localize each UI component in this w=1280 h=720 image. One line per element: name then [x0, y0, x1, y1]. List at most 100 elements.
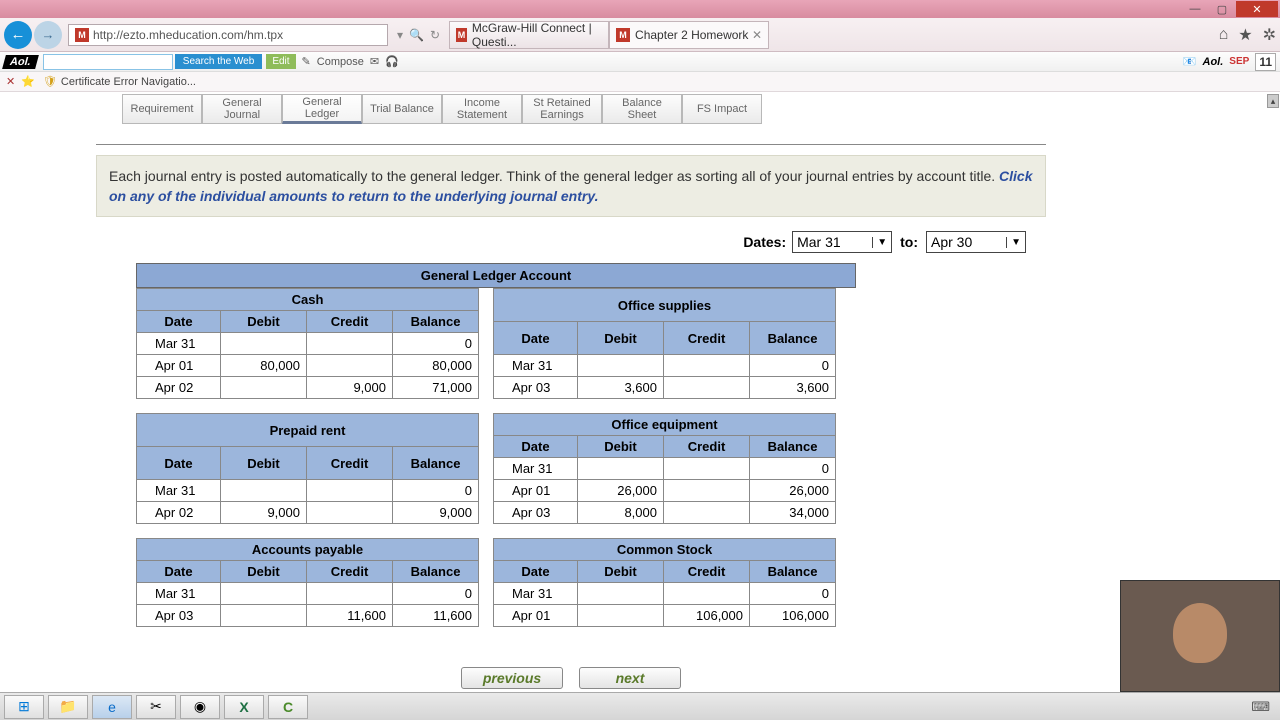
browser-tabs: M McGraw-Hill Connect | Questi... M Chap…	[449, 21, 769, 49]
search-icon[interactable]: 🔍	[409, 28, 424, 42]
table-row: Mar 310	[137, 333, 479, 355]
home-icon[interactable]: ⌂	[1219, 26, 1229, 44]
ledger-accounts-payable: Accounts payable Date Debit Credit Balan…	[136, 538, 479, 627]
account-title: Office equipment	[494, 414, 836, 436]
account-title: Accounts payable	[137, 539, 479, 561]
browser-tab-1[interactable]: M Chapter 2 Homework ✕	[609, 21, 769, 49]
browser-tab-0[interactable]: M McGraw-Hill Connect | Questi...	[449, 21, 609, 49]
divider	[96, 144, 1046, 145]
addr-controls: ▾ 🔍 ↻	[394, 28, 443, 42]
tab-balance-sheet[interactable]: Balance Sheet	[602, 94, 682, 124]
table-row: Mar 310	[494, 458, 836, 480]
tab-income-statement[interactable]: Income Statement	[442, 94, 522, 124]
account-title: Cash	[137, 289, 479, 311]
forward-button[interactable]: →	[34, 21, 62, 49]
ledger-office-supplies: Office supplies Date Debit Credit Balanc…	[493, 288, 836, 399]
dates-label: Dates:	[743, 234, 786, 250]
notice-close-icon[interactable]: ✕	[6, 75, 15, 88]
ie-icon[interactable]: e	[92, 695, 132, 719]
date-to-label: to:	[900, 234, 918, 250]
table-row: Apr 01106,000106,000	[494, 605, 836, 627]
aol-search-input[interactable]	[43, 54, 173, 70]
ledger-cash: Cash Date Debit Credit Balance Mar 310 A…	[136, 288, 479, 399]
table-row: Apr 033,6003,600	[494, 377, 836, 399]
table-row: Apr 038,00034,000	[494, 502, 836, 524]
mail-icon[interactable]: ✉	[370, 55, 379, 68]
table-row: Apr 0126,00026,000	[494, 480, 836, 502]
previous-button[interactable]: previous	[461, 667, 563, 689]
date-to-value: Apr 30	[931, 234, 972, 250]
col-debit: Debit	[221, 311, 307, 333]
shield-icon: 🛡	[43, 75, 57, 88]
col-date: Date	[137, 311, 221, 333]
window-close-button[interactable]: ✕	[1236, 1, 1278, 17]
excel-icon[interactable]: X	[224, 695, 264, 719]
page-content: Requirement General Journal General Ledg…	[0, 92, 1280, 692]
aol-search-button[interactable]: Search the Web	[175, 54, 263, 69]
keyboard-icon[interactable]: ⌨	[1251, 699, 1270, 715]
browser-toolbar: ← → M http://ezto.mheducation.com/hm.tpx…	[0, 18, 1280, 52]
window-maximize-button[interactable]: ▢	[1209, 1, 1235, 17]
date-month: SEP	[1229, 56, 1249, 67]
date-from-select[interactable]: Mar 31 ▼	[792, 231, 892, 253]
date-day-badge: 11	[1255, 53, 1276, 71]
step-tabs: Requirement General Journal General Ledg…	[122, 94, 1046, 124]
favorites-icon[interactable]: ★	[1238, 25, 1252, 45]
tab-retained-earnings[interactable]: St Retained Earnings	[522, 94, 602, 124]
refresh-icon[interactable]: ↻	[430, 28, 440, 42]
aol-edit-button[interactable]: Edit	[266, 54, 295, 69]
windows-taskbar: ⊞ 📁 e ✂ ◉ X C ⌨	[0, 692, 1280, 720]
tab-close-icon[interactable]: ✕	[752, 28, 762, 42]
tab-favicon: M	[616, 28, 630, 42]
ledger-prepaid-rent: Prepaid rent Date Debit Credit Balance M…	[136, 413, 479, 524]
browser-right-controls: ⌂ ★ ✲	[1219, 25, 1276, 45]
file-explorer-icon[interactable]: 📁	[48, 695, 88, 719]
chrome-icon[interactable]: ◉	[180, 695, 220, 719]
table-row: Apr 029,0009,000	[137, 502, 479, 524]
favorites-star-icon[interactable]: ⭐	[21, 75, 35, 88]
instructions-panel: Each journal entry is posted automatical…	[96, 155, 1046, 217]
headphones-icon[interactable]: 🎧	[385, 55, 399, 68]
back-button[interactable]: ←	[4, 21, 32, 49]
col-balance: Balance	[393, 311, 479, 333]
tab-label: Chapter 2 Homework	[635, 28, 748, 42]
webcam-overlay	[1120, 580, 1280, 692]
dropdown-icon[interactable]: ▾	[397, 28, 403, 42]
camtasia-icon[interactable]: C	[268, 695, 308, 719]
table-row: Mar 310	[137, 583, 479, 605]
tab-general-journal[interactable]: General Journal	[202, 94, 282, 124]
account-title: Prepaid rent	[137, 414, 479, 447]
notification-bar: ✕ ⭐ 🛡 Certificate Error Navigatio...	[0, 72, 1280, 92]
url-favicon: M	[75, 28, 89, 42]
app-icon[interactable]: ✂	[136, 695, 176, 719]
aol-logo: Aol.	[2, 55, 39, 69]
tab-requirement[interactable]: Requirement	[122, 94, 202, 124]
ledger-office-equipment: Office equipment Date Debit Credit Balan…	[493, 413, 836, 524]
table-row: Apr 0311,60011,600	[137, 605, 479, 627]
instructions-text: Each journal entry is posted automatical…	[109, 168, 999, 184]
tab-general-ledger[interactable]: General Ledger	[282, 94, 362, 124]
url-text: http://ezto.mheducation.com/hm.tpx	[93, 28, 283, 42]
compose-icon[interactable]: ✎	[302, 55, 311, 68]
account-title: Office supplies	[494, 289, 836, 322]
tab-trial-balance[interactable]: Trial Balance	[362, 94, 442, 124]
chevron-down-icon: ▼	[1006, 237, 1021, 248]
tab-fs-impact[interactable]: FS Impact	[682, 94, 762, 124]
col-credit: Credit	[307, 311, 393, 333]
aol-mail-icon[interactable]: 📧	[1183, 55, 1197, 68]
table-row: Apr 0180,00080,000	[137, 355, 479, 377]
table-row: Apr 029,00071,000	[137, 377, 479, 399]
tab-label: McGraw-Hill Connect | Questi...	[472, 21, 602, 49]
date-from-value: Mar 31	[797, 234, 841, 250]
date-to-select[interactable]: Apr 30 ▼	[926, 231, 1026, 253]
tools-icon[interactable]: ✲	[1263, 25, 1276, 45]
address-bar[interactable]: M http://ezto.mheducation.com/hm.tpx	[68, 24, 388, 46]
aol-compose-link[interactable]: Compose	[317, 56, 364, 68]
window-minimize-button[interactable]: —	[1182, 1, 1208, 17]
next-button[interactable]: next	[579, 667, 681, 689]
date-range-row: Dates: Mar 31 ▼ to: Apr 30 ▼	[96, 231, 1026, 253]
aol-brand: Aol.	[1203, 56, 1224, 68]
notice-text: Certificate Error Navigatio...	[61, 76, 196, 88]
start-button[interactable]: ⊞	[4, 695, 44, 719]
table-row: Mar 310	[494, 583, 836, 605]
